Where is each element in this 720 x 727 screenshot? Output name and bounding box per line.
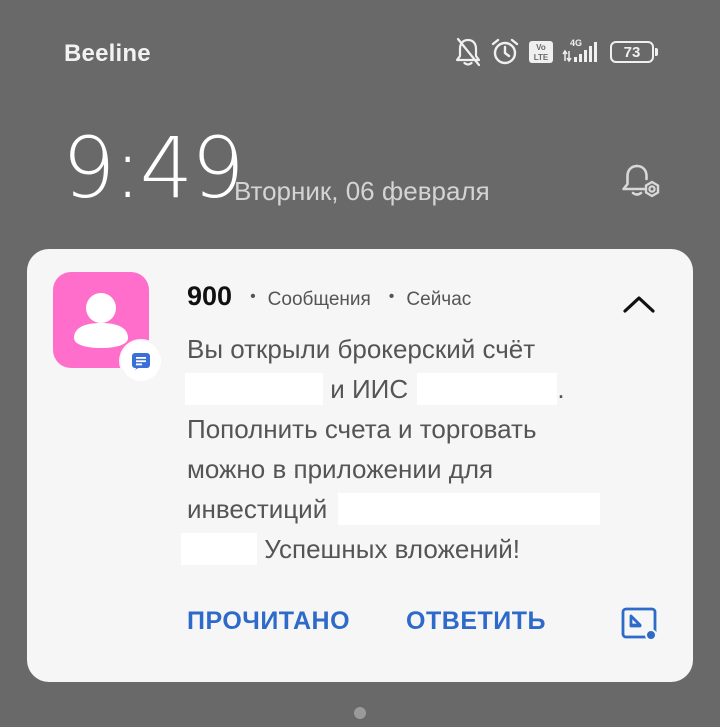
- message-line: инвестиций: [187, 489, 657, 529]
- message-icon: [132, 353, 150, 370]
- message-line: Успешных вложений!: [181, 529, 657, 569]
- svg-text:4G: 4G: [570, 38, 582, 48]
- message-text: инвестиций: [187, 494, 328, 524]
- alarm-settings-icon[interactable]: [618, 160, 662, 204]
- bell-muted-icon: [454, 37, 482, 67]
- reply-button[interactable]: ОТВЕТИТЬ: [406, 607, 546, 636]
- message-line: Вы открыли брокерский счёт: [187, 329, 657, 369]
- message-text: Вы открыли брокерский счёт: [187, 334, 536, 364]
- mark-read-button[interactable]: ПРОЧИТАНО: [187, 607, 350, 636]
- status-icons: Vo LTE 4G 73: [454, 36, 658, 68]
- separator-dot: •: [250, 288, 256, 305]
- messages-app-badge: [121, 341, 161, 381]
- alarm-clock-icon: [490, 37, 520, 67]
- notification-card[interactable]: 900 • Сообщения • Сейчас Вы открыли брок…: [27, 249, 693, 682]
- svg-text:LTE: LTE: [534, 53, 549, 62]
- redacted-block: [338, 493, 601, 526]
- carrier-name: Beeline: [64, 40, 151, 67]
- sender-name: 900: [187, 281, 233, 311]
- message-text: можно в приложении для: [187, 454, 494, 484]
- clock-time: 9:49: [62, 119, 245, 217]
- redacted-block: [417, 373, 558, 406]
- notification-actions: ПРОЧИТАНО ОТВЕТИТЬ: [187, 607, 546, 636]
- message-line: можно в приложении для: [187, 449, 657, 489]
- clock-date: Вторник, 06 февраля: [234, 176, 490, 206]
- app-name: Сообщения: [267, 289, 371, 310]
- separator-dot: •: [388, 288, 395, 305]
- redacted-block: [181, 533, 257, 566]
- notification-time: Сейчас: [406, 289, 472, 310]
- notification-header: 900 • Сообщения • Сейчас: [187, 281, 471, 312]
- lockscreen-clock-row: 9:49 Вторник, 06 февраля: [62, 118, 662, 218]
- message-text: и ИИС: [330, 374, 409, 404]
- battery-icon: 73: [610, 41, 658, 63]
- svg-text:Vo: Vo: [536, 43, 546, 52]
- redacted-block: [185, 373, 323, 406]
- collapse-chevron-icon[interactable]: [621, 289, 657, 317]
- open-floating-window-icon[interactable]: [621, 607, 659, 641]
- message-line: и ИИС .: [185, 369, 657, 409]
- message-text: .: [557, 374, 565, 404]
- page-indicator-dot: [354, 707, 366, 719]
- message-text: Пополнить счета и торговать: [187, 414, 537, 444]
- signal-icon: 4G: [562, 37, 602, 67]
- message-text: Успешных вложений!: [264, 534, 521, 564]
- message-body: Вы открыли брокерский счёт и ИИС . Попол…: [181, 329, 657, 569]
- message-line: Пополнить счета и торговать: [187, 409, 657, 449]
- status-bar: Beeline Vo LTE 4G 73: [0, 0, 720, 100]
- battery-level: 73: [623, 43, 641, 61]
- volte-icon: Vo LTE: [528, 40, 554, 64]
